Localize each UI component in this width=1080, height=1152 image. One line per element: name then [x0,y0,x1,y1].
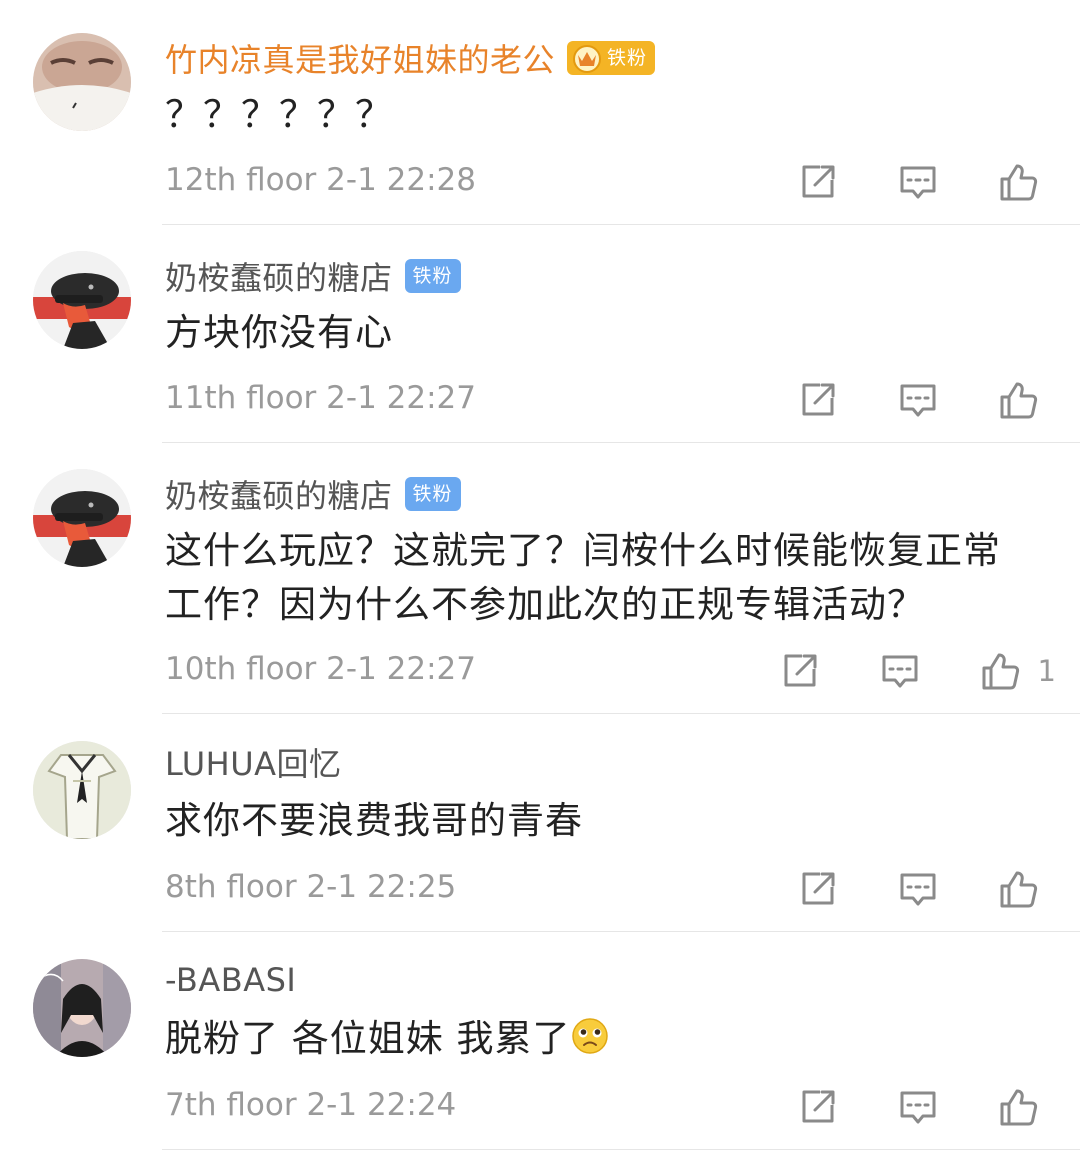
share-icon[interactable] [796,378,840,422]
timestamp: 2-1 22:25 [306,869,457,905]
fan-badge: 铁粉 [404,477,461,511]
comment-text-line: 这什么玩应？这就完了？闫桉什么时候能恢复正常 [165,529,1001,572]
floor-label: 11th floor [165,380,317,416]
reply-icon[interactable] [896,867,940,911]
share-icon[interactable] [796,1085,840,1129]
cap-person-avatar[interactable] [33,251,131,349]
floor-label: 8th floor [165,869,297,905]
like-icon[interactable] [978,649,1022,693]
username-row: -BABASI [165,958,296,1002]
like-icon[interactable] [996,378,1040,422]
username[interactable]: 奶桉蠢硕的糖店 [165,471,393,517]
comment-meta: 7th floor 2-1 22:24 [165,1087,456,1123]
masked-face-avatar[interactable] [33,33,131,131]
fan-badge-label: 铁粉 [607,47,648,69]
divider [162,713,1080,714]
like-icon[interactable] [996,1085,1040,1129]
username[interactable]: LUHUA回忆 [165,739,342,785]
username[interactable]: -BABASI [165,961,296,999]
share-icon[interactable] [796,867,840,911]
timestamp: 2-1 22:27 [326,380,476,416]
action-bar [796,160,1040,204]
sailor-dress-avatar[interactable] [33,741,131,839]
reply-icon[interactable] [896,1085,940,1129]
comment-text: 求你不要浪费我哥的青春 [165,799,583,842]
reply-icon[interactable] [896,378,940,422]
comment-meta: 8th floor 2-1 22:25 [165,869,456,905]
floor-label: 12th floor [165,162,317,198]
comment-text: ？？？？？？ [165,93,393,136]
fan-badge: 铁粉 [404,259,461,293]
like-icon[interactable] [996,160,1040,204]
username-row: 奶桉蠢硕的糖店 铁粉 [165,254,461,298]
crown-icon [573,45,602,73]
divider [162,931,1080,932]
like-count: 1 [1037,654,1056,688]
floor-label: 7th floor [165,1087,297,1123]
girl-portrait-avatar[interactable] [33,959,131,1057]
timestamp: 2-1 22:24 [306,1087,457,1123]
floor-label: 10th floor [165,651,317,687]
username-row: LUHUA回忆 [165,740,342,784]
action-bar: 1 [778,649,1056,693]
action-bar [796,1085,1040,1129]
reply-icon[interactable] [896,160,940,204]
username[interactable]: 竹内凉真是我好姐妹的老公 [165,35,555,81]
comment-text: 这什么玩应？这就完了？闫桉什么时候能恢复正常 工作？因为什么不参加此次的正规专辑… [165,524,1030,632]
comment-meta: 10th floor 2-1 22:27 [165,651,476,687]
timestamp: 2-1 22:27 [326,651,476,687]
comment-text-content: 脱粉了 各位姐妹 我累了 [165,1017,571,1060]
comment-text: 脱粉了 各位姐妹 我累了 [165,1012,1030,1066]
action-bar [796,867,1040,911]
comment-text: 方块你没有心 [165,311,393,354]
share-icon[interactable] [796,160,840,204]
divider [162,1149,1080,1150]
reply-icon[interactable] [878,649,922,693]
divider [162,224,1080,225]
share-icon[interactable] [778,649,822,693]
divider [162,442,1080,443]
comment-meta: 11th floor 2-1 22:27 [165,380,476,416]
cap-person-avatar[interactable] [33,469,131,567]
sad-face-emoji [571,1018,608,1054]
action-bar [796,378,1040,422]
timestamp: 2-1 22:28 [326,162,476,198]
comment-meta: 12th floor 2-1 22:28 [165,162,476,198]
comment-text-line: 工作？因为什么不参加此次的正规专辑活动？ [165,583,925,626]
username-row: 竹内凉真是我好姐妹的老公 铁粉 [165,35,656,81]
username[interactable]: 奶桉蠢硕的糖店 [165,253,393,299]
like-icon[interactable] [996,867,1040,911]
fan-badge: 铁粉 [567,41,656,75]
username-row: 奶桉蠢硕的糖店 铁粉 [165,472,461,516]
